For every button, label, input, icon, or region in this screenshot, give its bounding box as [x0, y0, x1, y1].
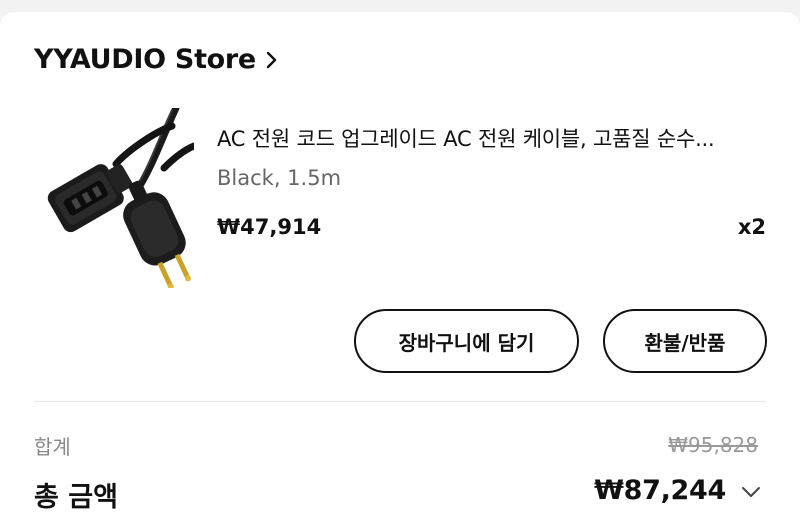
- product-price: ₩47,914: [217, 215, 322, 239]
- subtotal-value: ₩95,828: [668, 433, 758, 457]
- subtotal-label: 합계: [34, 435, 71, 459]
- product-option: Black, 1.5m: [217, 166, 342, 190]
- total-label: 총 금액: [34, 482, 118, 513]
- add-to-cart-button[interactable]: 장바구니에 담기: [354, 309, 579, 373]
- product-quantity: x2: [737, 215, 766, 239]
- total-value: ₩87,244: [594, 475, 726, 506]
- refund-return-button[interactable]: 환불/반품: [603, 309, 767, 373]
- chevron-right-icon: [264, 49, 280, 71]
- total-expand-toggle[interactable]: ₩87,244: [594, 475, 762, 506]
- store-link[interactable]: YYAUDIO Store: [34, 44, 280, 75]
- product-image[interactable]: [44, 104, 198, 290]
- divider: [34, 401, 766, 402]
- chevron-down-icon: [740, 484, 762, 498]
- order-card: YYAUDIO Store AC 전원 코드 업그레이드 AC 전원 케이블, …: [0, 12, 800, 524]
- store-name: YYAUDIO Store: [34, 44, 256, 75]
- product-title[interactable]: AC 전원 코드 업그레이드 AC 전원 케이블, 고품질 순수...: [217, 123, 777, 153]
